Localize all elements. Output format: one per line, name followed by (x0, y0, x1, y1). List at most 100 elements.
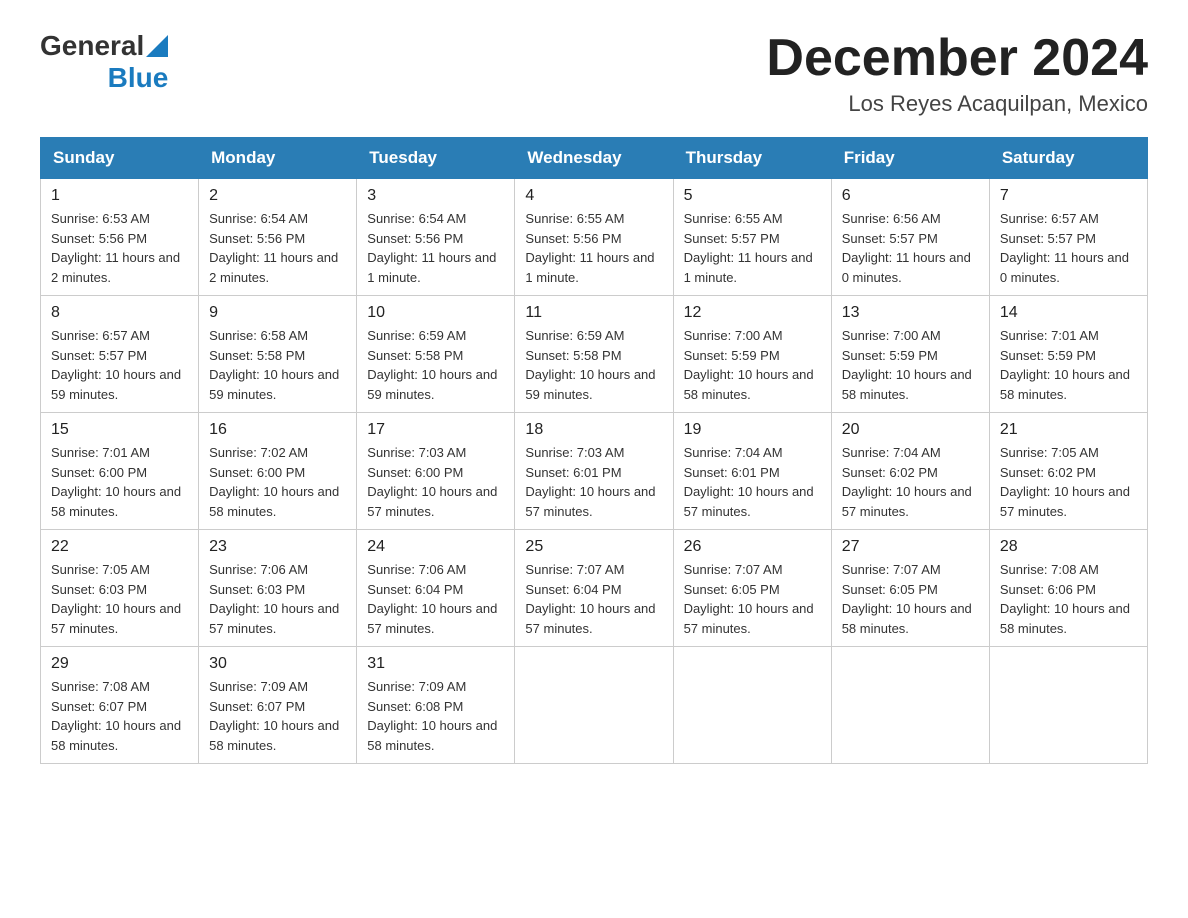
calendar-week-row: 1 Sunrise: 6:53 AM Sunset: 5:56 PM Dayli… (41, 179, 1148, 296)
day-number: 3 (367, 187, 504, 205)
day-number: 2 (209, 187, 346, 205)
calendar-cell: 19 Sunrise: 7:04 AM Sunset: 6:01 PM Dayl… (673, 413, 831, 530)
logo-triangle-icon (146, 35, 168, 57)
day-number: 18 (525, 421, 662, 439)
day-info: Sunrise: 6:59 AM Sunset: 5:58 PM Dayligh… (367, 326, 504, 404)
calendar-cell: 22 Sunrise: 7:05 AM Sunset: 6:03 PM Dayl… (41, 530, 199, 647)
day-info: Sunrise: 7:03 AM Sunset: 6:01 PM Dayligh… (525, 443, 662, 521)
day-number: 23 (209, 538, 346, 556)
day-info: Sunrise: 7:07 AM Sunset: 6:04 PM Dayligh… (525, 560, 662, 638)
day-number: 14 (1000, 304, 1137, 322)
calendar-cell: 30 Sunrise: 7:09 AM Sunset: 6:07 PM Dayl… (199, 647, 357, 764)
day-info: Sunrise: 7:03 AM Sunset: 6:00 PM Dayligh… (367, 443, 504, 521)
calendar-cell: 10 Sunrise: 6:59 AM Sunset: 5:58 PM Dayl… (357, 296, 515, 413)
day-number: 22 (51, 538, 188, 556)
calendar-cell: 4 Sunrise: 6:55 AM Sunset: 5:56 PM Dayli… (515, 179, 673, 296)
day-info: Sunrise: 6:53 AM Sunset: 5:56 PM Dayligh… (51, 209, 188, 287)
day-number: 8 (51, 304, 188, 322)
calendar-cell (515, 647, 673, 764)
calendar-week-row: 15 Sunrise: 7:01 AM Sunset: 6:00 PM Dayl… (41, 413, 1148, 530)
day-info: Sunrise: 6:54 AM Sunset: 5:56 PM Dayligh… (367, 209, 504, 287)
calendar-cell: 7 Sunrise: 6:57 AM Sunset: 5:57 PM Dayli… (989, 179, 1147, 296)
col-header-friday: Friday (831, 138, 989, 179)
day-number: 20 (842, 421, 979, 439)
day-number: 13 (842, 304, 979, 322)
calendar-cell (831, 647, 989, 764)
calendar-cell (673, 647, 831, 764)
calendar-week-row: 8 Sunrise: 6:57 AM Sunset: 5:57 PM Dayli… (41, 296, 1148, 413)
day-number: 28 (1000, 538, 1137, 556)
day-number: 25 (525, 538, 662, 556)
calendar-cell: 3 Sunrise: 6:54 AM Sunset: 5:56 PM Dayli… (357, 179, 515, 296)
day-info: Sunrise: 7:06 AM Sunset: 6:04 PM Dayligh… (367, 560, 504, 638)
day-info: Sunrise: 6:54 AM Sunset: 5:56 PM Dayligh… (209, 209, 346, 287)
day-number: 5 (684, 187, 821, 205)
calendar-cell: 16 Sunrise: 7:02 AM Sunset: 6:00 PM Dayl… (199, 413, 357, 530)
day-number: 27 (842, 538, 979, 556)
logo-general-text: General (40, 30, 144, 62)
calendar-cell: 9 Sunrise: 6:58 AM Sunset: 5:58 PM Dayli… (199, 296, 357, 413)
day-number: 9 (209, 304, 346, 322)
day-info: Sunrise: 7:09 AM Sunset: 6:08 PM Dayligh… (367, 677, 504, 755)
calendar-cell: 18 Sunrise: 7:03 AM Sunset: 6:01 PM Dayl… (515, 413, 673, 530)
col-header-wednesday: Wednesday (515, 138, 673, 179)
day-number: 6 (842, 187, 979, 205)
calendar-cell: 2 Sunrise: 6:54 AM Sunset: 5:56 PM Dayli… (199, 179, 357, 296)
day-info: Sunrise: 7:07 AM Sunset: 6:05 PM Dayligh… (684, 560, 821, 638)
calendar-cell: 5 Sunrise: 6:55 AM Sunset: 5:57 PM Dayli… (673, 179, 831, 296)
day-number: 15 (51, 421, 188, 439)
col-header-sunday: Sunday (41, 138, 199, 179)
calendar-cell: 26 Sunrise: 7:07 AM Sunset: 6:05 PM Dayl… (673, 530, 831, 647)
day-info: Sunrise: 7:02 AM Sunset: 6:00 PM Dayligh… (209, 443, 346, 521)
calendar-cell: 17 Sunrise: 7:03 AM Sunset: 6:00 PM Dayl… (357, 413, 515, 530)
calendar-cell: 15 Sunrise: 7:01 AM Sunset: 6:00 PM Dayl… (41, 413, 199, 530)
day-number: 1 (51, 187, 188, 205)
calendar-week-row: 29 Sunrise: 7:08 AM Sunset: 6:07 PM Dayl… (41, 647, 1148, 764)
day-info: Sunrise: 7:06 AM Sunset: 6:03 PM Dayligh… (209, 560, 346, 638)
day-number: 29 (51, 655, 188, 673)
day-info: Sunrise: 6:55 AM Sunset: 5:56 PM Dayligh… (525, 209, 662, 287)
calendar-cell: 20 Sunrise: 7:04 AM Sunset: 6:02 PM Dayl… (831, 413, 989, 530)
day-info: Sunrise: 7:01 AM Sunset: 5:59 PM Dayligh… (1000, 326, 1137, 404)
calendar-cell: 31 Sunrise: 7:09 AM Sunset: 6:08 PM Dayl… (357, 647, 515, 764)
calendar-cell: 14 Sunrise: 7:01 AM Sunset: 5:59 PM Dayl… (989, 296, 1147, 413)
col-header-thursday: Thursday (673, 138, 831, 179)
day-info: Sunrise: 7:05 AM Sunset: 6:03 PM Dayligh… (51, 560, 188, 638)
day-number: 17 (367, 421, 504, 439)
calendar-cell: 23 Sunrise: 7:06 AM Sunset: 6:03 PM Dayl… (199, 530, 357, 647)
page-header: General Blue December 2024 Los Reyes Aca… (40, 30, 1148, 117)
day-number: 10 (367, 304, 504, 322)
day-info: Sunrise: 6:58 AM Sunset: 5:58 PM Dayligh… (209, 326, 346, 404)
calendar-cell: 11 Sunrise: 6:59 AM Sunset: 5:58 PM Dayl… (515, 296, 673, 413)
day-info: Sunrise: 7:00 AM Sunset: 5:59 PM Dayligh… (684, 326, 821, 404)
location-title: Los Reyes Acaquilpan, Mexico (766, 91, 1148, 117)
day-number: 7 (1000, 187, 1137, 205)
month-title: December 2024 (766, 30, 1148, 87)
col-header-saturday: Saturday (989, 138, 1147, 179)
calendar-cell: 28 Sunrise: 7:08 AM Sunset: 6:06 PM Dayl… (989, 530, 1147, 647)
day-number: 26 (684, 538, 821, 556)
calendar-cell: 8 Sunrise: 6:57 AM Sunset: 5:57 PM Dayli… (41, 296, 199, 413)
day-number: 11 (525, 304, 662, 322)
calendar-cell: 13 Sunrise: 7:00 AM Sunset: 5:59 PM Dayl… (831, 296, 989, 413)
day-info: Sunrise: 6:59 AM Sunset: 5:58 PM Dayligh… (525, 326, 662, 404)
day-info: Sunrise: 7:04 AM Sunset: 6:02 PM Dayligh… (842, 443, 979, 521)
day-number: 21 (1000, 421, 1137, 439)
calendar-cell: 6 Sunrise: 6:56 AM Sunset: 5:57 PM Dayli… (831, 179, 989, 296)
day-info: Sunrise: 7:05 AM Sunset: 6:02 PM Dayligh… (1000, 443, 1137, 521)
title-area: December 2024 Los Reyes Acaquilpan, Mexi… (766, 30, 1148, 117)
day-info: Sunrise: 7:00 AM Sunset: 5:59 PM Dayligh… (842, 326, 979, 404)
logo: General Blue (40, 30, 168, 94)
calendar-cell: 29 Sunrise: 7:08 AM Sunset: 6:07 PM Dayl… (41, 647, 199, 764)
day-number: 31 (367, 655, 504, 673)
day-info: Sunrise: 7:01 AM Sunset: 6:00 PM Dayligh… (51, 443, 188, 521)
day-info: Sunrise: 7:04 AM Sunset: 6:01 PM Dayligh… (684, 443, 821, 521)
day-info: Sunrise: 7:07 AM Sunset: 6:05 PM Dayligh… (842, 560, 979, 638)
day-info: Sunrise: 7:08 AM Sunset: 6:06 PM Dayligh… (1000, 560, 1137, 638)
calendar-cell: 27 Sunrise: 7:07 AM Sunset: 6:05 PM Dayl… (831, 530, 989, 647)
day-number: 19 (684, 421, 821, 439)
day-info: Sunrise: 6:56 AM Sunset: 5:57 PM Dayligh… (842, 209, 979, 287)
col-header-tuesday: Tuesday (357, 138, 515, 179)
day-info: Sunrise: 7:08 AM Sunset: 6:07 PM Dayligh… (51, 677, 188, 755)
day-number: 12 (684, 304, 821, 322)
